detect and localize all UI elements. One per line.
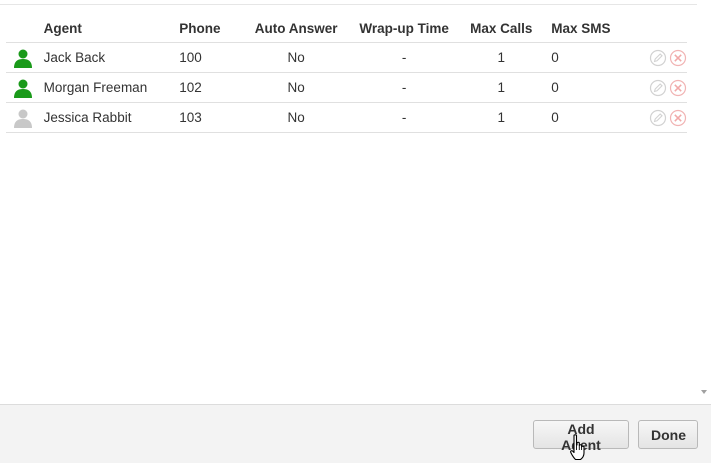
edit-icon[interactable]: [649, 49, 667, 67]
agent-wrapup-time: -: [349, 42, 460, 73]
header-actions: [638, 14, 687, 43]
agent-wrapup-time: -: [349, 102, 460, 133]
agent-name: Jessica Rabbit: [37, 102, 174, 133]
agents-table: Agent Phone Auto Answer Wrap-up Time Max…: [6, 14, 687, 133]
agent-max-calls: 1: [459, 72, 544, 103]
user-icon: [14, 79, 32, 98]
header-status: [6, 14, 38, 43]
user-icon: [14, 49, 32, 68]
agent-name: Jack Back: [37, 42, 174, 73]
agent-auto-answer: No: [243, 72, 350, 103]
table-row[interactable]: Jessica Rabbit 103 No - 1 0: [6, 102, 687, 133]
agent-max-calls: 1: [459, 102, 544, 133]
header-auto-answer[interactable]: Auto Answer: [243, 14, 350, 43]
agent-max-sms: 0: [543, 102, 639, 133]
agent-phone: 102: [173, 72, 244, 103]
agent-phone: 103: [173, 102, 244, 133]
agent-phone: 100: [173, 42, 244, 73]
edit-icon[interactable]: [649, 79, 667, 97]
user-icon: [14, 109, 32, 128]
agent-name: Morgan Freeman: [37, 72, 174, 103]
table-row[interactable]: Morgan Freeman 102 No - 1 0: [6, 72, 687, 103]
scroll-down-arrow-icon[interactable]: [697, 385, 711, 399]
delete-icon[interactable]: [669, 109, 687, 127]
table-header-row: Agent Phone Auto Answer Wrap-up Time Max…: [6, 14, 687, 43]
agents-list-pane[interactable]: Agent Phone Auto Answer Wrap-up Time Max…: [0, 5, 697, 404]
header-agent[interactable]: Agent: [37, 14, 174, 43]
header-wrapup-time[interactable]: Wrap-up Time: [349, 14, 460, 43]
header-max-sms[interactable]: Max SMS: [543, 14, 639, 43]
agent-wrapup-time: -: [349, 72, 460, 103]
agent-max-sms: 0: [543, 42, 639, 73]
edit-icon[interactable]: [649, 109, 667, 127]
done-button[interactable]: Done: [638, 420, 698, 449]
agent-auto-answer: No: [243, 42, 350, 73]
agent-max-calls: 1: [459, 42, 544, 73]
agent-auto-answer: No: [243, 102, 350, 133]
add-agent-button[interactable]: Add Agent: [533, 420, 629, 453]
table-row[interactable]: Jack Back 100 No - 1 0: [6, 42, 687, 73]
dialog-footer: Add Agent Done: [0, 404, 711, 463]
agent-max-sms: 0: [543, 72, 639, 103]
header-max-calls[interactable]: Max Calls: [459, 14, 544, 43]
vertical-scrollbar[interactable]: [697, 0, 711, 404]
header-phone[interactable]: Phone: [173, 14, 244, 43]
delete-icon[interactable]: [669, 79, 687, 97]
delete-icon[interactable]: [669, 49, 687, 67]
